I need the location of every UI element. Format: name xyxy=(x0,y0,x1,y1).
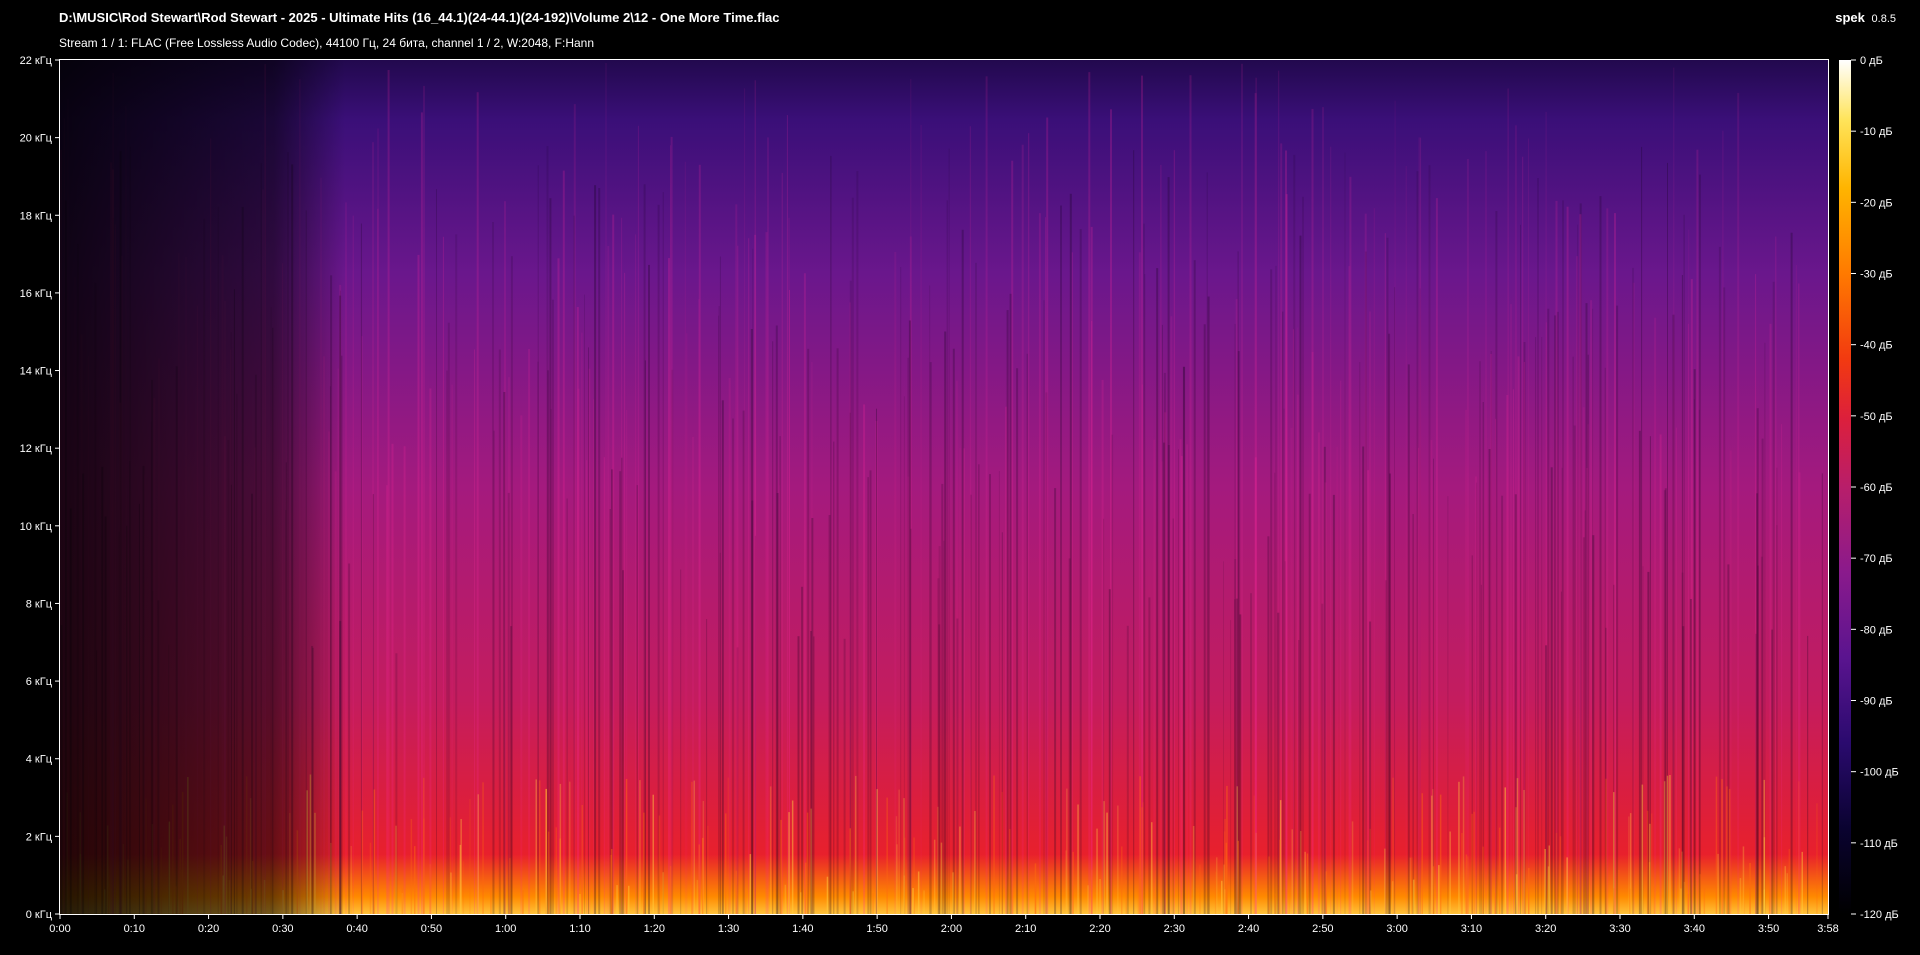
time-tick-label: 3:58 xyxy=(1817,923,1838,935)
time-tick-label: 0:20 xyxy=(198,923,219,935)
time-tick-label: 0:40 xyxy=(346,923,367,935)
db-tick-label: -110 дБ xyxy=(1860,838,1898,850)
db-tick-label: -40 дБ xyxy=(1860,340,1893,352)
time-tick-label: 0:50 xyxy=(421,923,442,935)
db-tick-label: -100 дБ xyxy=(1860,767,1899,779)
time-tick-label: 2:00 xyxy=(941,923,962,935)
intro-low-energy-region xyxy=(60,60,345,914)
time-tick-label: 3:00 xyxy=(1386,923,1407,935)
db-tick-label: -70 дБ xyxy=(1860,553,1893,565)
db-scale-bar xyxy=(1839,60,1851,914)
spectrogram-view[interactable]: 0 кГц 2 кГц 4 кГц 6 кГц 8 кГц 10 кГц 12 кГц 14 … xyxy=(0,0,1920,955)
time-tick-label: 0:00 xyxy=(49,923,70,935)
db-tick-label: -30 дБ xyxy=(1860,269,1893,281)
freq-tick-label: 12 кГц xyxy=(20,443,53,455)
db-scale: 0 дБ -10 дБ -20 дБ -30 дБ -40 дБ -50 дБ -60 дБ… xyxy=(1839,55,1899,921)
spectrogram-plot[interactable] xyxy=(60,60,1830,914)
freq-tick-label: 22 кГц xyxy=(20,55,53,67)
time-tick-label: 2:10 xyxy=(1015,923,1036,935)
freq-tick-label: 2 кГц xyxy=(26,831,53,843)
time-tick-label: 2:50 xyxy=(1312,923,1333,935)
db-tick-label: -80 дБ xyxy=(1860,624,1893,636)
time-tick-label: 3:20 xyxy=(1535,923,1556,935)
freq-tick-label: 18 кГц xyxy=(20,210,53,222)
time-tick-label: 1:50 xyxy=(866,923,887,935)
time-tick-label: 2:30 xyxy=(1164,923,1185,935)
time-tick-label: 3:30 xyxy=(1609,923,1630,935)
db-tick-label: -50 дБ xyxy=(1860,411,1893,423)
time-tick-label: 1:30 xyxy=(718,923,739,935)
time-tick-label: 0:30 xyxy=(272,923,293,935)
freq-tick-label: 4 кГц xyxy=(26,754,53,766)
freq-tick-label: 20 кГц xyxy=(20,133,53,145)
time-tick-label: 1:20 xyxy=(644,923,665,935)
db-tick-label: -120 дБ xyxy=(1860,909,1899,921)
time-tick-label: 1:00 xyxy=(495,923,516,935)
time-axis: 0:00 0:10 0:20 0:30 0:40 0:50 1:00 1:10 1:20 1:30… xyxy=(49,914,1839,935)
time-tick-label: 3:40 xyxy=(1684,923,1705,935)
time-tick-label: 3:10 xyxy=(1461,923,1482,935)
time-tick-label: 1:40 xyxy=(792,923,813,935)
time-tick-label: 2:40 xyxy=(1238,923,1259,935)
freq-tick-label: 6 кГц xyxy=(26,676,53,688)
freq-tick-label: 16 кГц xyxy=(20,288,53,300)
time-tick-label: 1:10 xyxy=(569,923,590,935)
time-tick-label: 0:10 xyxy=(124,923,145,935)
frequency-axis: 0 кГц 2 кГц 4 кГц 6 кГц 8 кГц 10 кГц 12 кГц 14 … xyxy=(20,55,60,921)
db-tick-label: -20 дБ xyxy=(1860,197,1893,209)
freq-tick-label: 14 кГц xyxy=(20,366,53,378)
db-tick-label: 0 дБ xyxy=(1860,55,1883,67)
time-tick-label: 3:50 xyxy=(1758,923,1779,935)
db-tick-label: -90 дБ xyxy=(1860,696,1893,708)
freq-tick-label: 10 кГц xyxy=(20,521,53,533)
time-tick-label: 2:20 xyxy=(1089,923,1110,935)
freq-tick-label: 8 кГц xyxy=(26,598,53,610)
db-tick-label: -60 дБ xyxy=(1860,482,1893,494)
db-tick-label: -10 дБ xyxy=(1860,126,1893,138)
db-scale-labels: 0 дБ -10 дБ -20 дБ -30 дБ -40 дБ -50 дБ -60 дБ… xyxy=(1851,55,1899,921)
freq-tick-label: 0 кГц xyxy=(26,909,53,921)
